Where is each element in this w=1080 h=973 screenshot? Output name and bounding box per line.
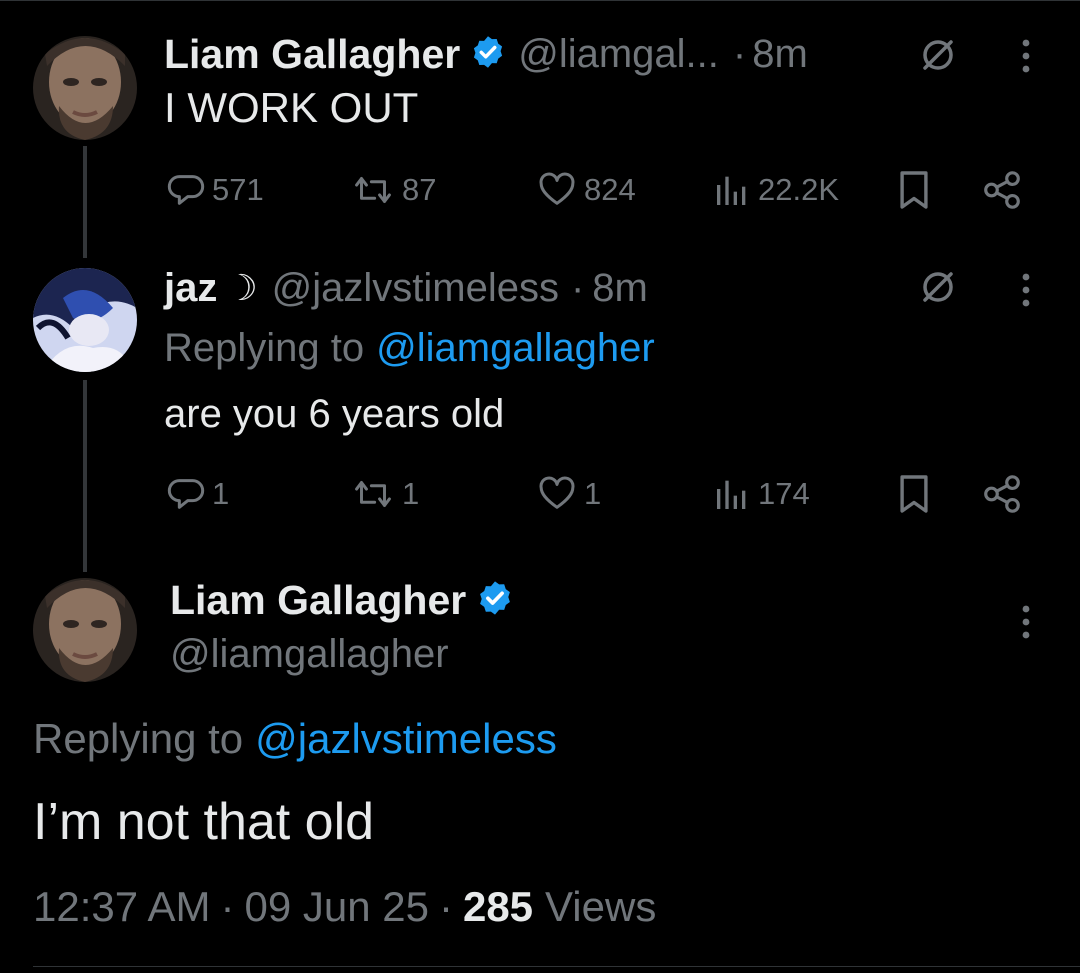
views-count: 174 xyxy=(758,476,810,511)
retweet-button[interactable]: 87 xyxy=(350,168,436,212)
like-icon xyxy=(539,172,575,205)
replying-handle-link[interactable]: @jazlvstimeless xyxy=(255,715,557,763)
reply-count: 571 xyxy=(212,172,264,207)
replying-prefix: Replying to xyxy=(33,715,244,762)
tweet2-header: jaz ☽ @jazlvstimeless · 8m xyxy=(164,260,648,316)
bookmark-icon[interactable] xyxy=(892,168,936,212)
share-icon[interactable] xyxy=(980,168,1024,212)
author-handle[interactable]: @liamgallagher xyxy=(170,632,449,677)
separator-dot: · xyxy=(570,265,585,310)
like-count: 1 xyxy=(584,476,602,511)
bottom-divider xyxy=(33,966,1080,967)
author-name[interactable]: Liam Gallagher xyxy=(164,31,460,78)
more-icon[interactable] xyxy=(1006,600,1046,644)
views-icon xyxy=(717,480,746,509)
share-icon[interactable] xyxy=(980,472,1024,516)
bookmark-icon[interactable] xyxy=(892,472,936,516)
tweet1-header: Liam Gallagher @liamgal... · 8m xyxy=(164,26,808,82)
tweet-time[interactable]: 8m xyxy=(592,266,648,311)
reply-restricted-icon[interactable] xyxy=(916,33,960,77)
tweet-meta: 12:37 AM · 09 Jun 25 · 285 Views xyxy=(33,880,656,934)
retweet-button[interactable]: 1 xyxy=(350,472,419,516)
tweet3-header: Liam Gallagher xyxy=(170,572,514,628)
tweet-time[interactable]: 12:37 AM xyxy=(33,883,210,931)
like-count: 824 xyxy=(584,172,636,207)
replying-prefix: Replying to xyxy=(164,325,365,370)
like-button[interactable]: 1 xyxy=(536,472,601,516)
views-button[interactable]: 174 xyxy=(712,472,810,516)
thread-line-1 xyxy=(83,146,87,258)
avatar-liam-gallagher[interactable] xyxy=(33,36,137,140)
tweet-date[interactable]: 09 Jun 25 xyxy=(244,883,429,931)
reply-icon xyxy=(167,175,205,205)
moon-symbol: ☽ xyxy=(225,267,258,308)
like-icon xyxy=(539,476,575,509)
reply-button[interactable]: 571 xyxy=(166,168,264,212)
retweet-icon xyxy=(355,481,391,507)
verified-badge-icon xyxy=(470,34,506,75)
author-name[interactable]: Liam Gallagher xyxy=(170,577,466,624)
author-handle[interactable]: @liamgal... xyxy=(518,32,719,77)
retweet-icon xyxy=(355,177,391,203)
separator-dot: · xyxy=(220,883,235,930)
separator-dot: · xyxy=(438,883,453,930)
views-label: Views xyxy=(545,883,657,930)
tweet-time[interactable]: 8m xyxy=(752,32,808,77)
avatar-liam-gallagher[interactable] xyxy=(33,578,137,682)
retweet-count: 1 xyxy=(402,476,420,511)
avatar-jaz[interactable] xyxy=(33,268,137,372)
verified-badge-icon xyxy=(476,579,514,622)
more-icon[interactable] xyxy=(1006,268,1046,312)
author-handle[interactable]: @jazlvstimeless xyxy=(272,266,559,311)
replying-to: Replying to @liamgallagher xyxy=(164,322,655,374)
views-count: 22.2K xyxy=(758,172,840,207)
reply-icon xyxy=(167,479,205,509)
replying-to: Replying to @jazlvstimeless xyxy=(33,712,557,766)
replying-handle-link[interactable]: @liamgallagher xyxy=(376,326,655,371)
top-divider xyxy=(0,0,1080,1)
tweet-text: are you 6 years old xyxy=(164,392,505,436)
more-icon[interactable] xyxy=(1006,34,1046,78)
retweet-count: 87 xyxy=(402,172,437,207)
tweet-text: I’m not that old xyxy=(33,793,375,851)
thread-line-2 xyxy=(83,380,87,572)
views-button[interactable]: 22.2K xyxy=(712,168,839,212)
reply-button[interactable]: 1 xyxy=(166,472,229,516)
author-name[interactable]: jaz xyxy=(164,266,217,311)
reply-restricted-icon[interactable] xyxy=(916,265,960,309)
tweet-text: I WORK OUT xyxy=(164,84,419,131)
views-count: 285 xyxy=(462,883,534,930)
reply-count: 1 xyxy=(212,476,230,511)
like-button[interactable]: 824 xyxy=(536,168,636,212)
views-icon xyxy=(717,176,746,205)
separator-dot: · xyxy=(732,31,747,76)
